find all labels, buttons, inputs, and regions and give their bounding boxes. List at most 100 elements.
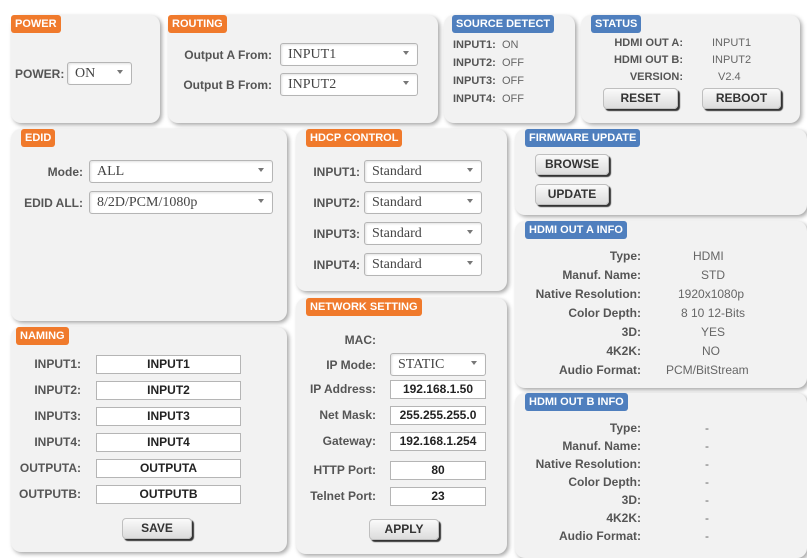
hdmi-b-audio-label: Audio Format: [559,529,641,543]
hdcp-input1-value: Standard [372,164,422,179]
network-telnet-field[interactable]: 23 [390,487,486,506]
hdmi-a-type-label: Type: [609,249,641,263]
source-detect-panel: SOURCE DETECT INPUT1: ON INPUT2: OFF INP… [444,15,575,123]
routing-output-a-label: Output A From: [184,48,272,62]
naming-input2-field[interactable]: INPUT2 [96,381,241,400]
status-hdmi-out-b-value: INPUT2 [712,54,752,66]
hdcp-title: HDCP CONTROL [306,129,403,147]
hdmi-b-resolution-value: - [705,457,709,471]
naming-input3-field[interactable]: INPUT3 [96,407,241,426]
status-panel: STATUS HDMI OUT A: INPUT1 HDMI OUT B: IN… [581,15,800,123]
network-ipmode-label: IP Mode: [326,358,376,372]
hdmi-a-color-depth-value: 8 10 12-Bits [681,306,746,320]
firmware-title: FIRMWARE UPDATE [525,129,641,147]
hdcp-panel: HDCP CONTROL INPUT1: Standard INPUT2: St… [296,129,507,291]
hdcp-input4-label: INPUT4: [313,258,360,272]
power-title: POWER [11,15,61,33]
chevron-down-icon [117,70,123,74]
naming-input1-field[interactable]: INPUT1 [96,355,241,374]
naming-input4-field[interactable]: INPUT4 [96,433,241,452]
naming-input3-label: INPUT3: [34,409,81,423]
naming-outputa-field[interactable]: OUTPUTA [96,459,241,478]
edid-mode-select[interactable]: ALL [89,160,273,183]
chevron-down-icon [467,261,473,265]
naming-panel: NAMING INPUT1: INPUT1 INPUT2: INPUT2 INP… [11,327,287,552]
naming-outputa-label: OUTPUTA: [19,461,81,475]
edid-mode-value: ALL [97,164,125,179]
naming-input1-label: INPUT1: [34,357,81,371]
hdcp-input2-value: Standard [372,195,422,210]
edid-all-select[interactable]: 8/2D/PCM/1080p [89,191,273,214]
network-ipmode-select[interactable]: STATIC [390,353,486,376]
hdmi-b-manuf-label: Manuf. Name: [562,439,641,453]
hdmi-b-4k2k-label: 4K2K: [606,511,641,525]
routing-output-b-value: INPUT2 [288,77,337,92]
hdmi-a-resolution-value: 1920x1080p [678,287,745,301]
network-gateway-field[interactable]: 192.168.1.254 [390,432,486,451]
chevron-down-icon [471,361,477,365]
reset-button[interactable]: RESET [603,88,678,109]
naming-title: NAMING [16,327,69,345]
network-panel: NETWORK SETTING MAC: IP Mode: STATIC IP … [296,298,507,554]
hdmi-out-b-title: HDMI OUT B INFO [525,393,628,411]
hdmi-out-b-panel: HDMI OUT B INFO Type: - Manuf. Name: - N… [515,393,807,558]
routing-output-b-select[interactable]: INPUT2 [280,73,418,96]
status-hdmi-out-a-label: HDMI OUT A: [614,37,683,49]
edid-all-value: 8/2D/PCM/1080p [97,195,198,210]
hdmi-b-type-value: - [705,421,709,435]
status-version-label: VERSION: [629,71,683,83]
network-ip-label: IP Address: [309,382,376,396]
naming-input2-label: INPUT2: [34,383,81,397]
edid-mode-label: Mode: [47,165,83,179]
source-input2-value: OFF [502,57,524,69]
reboot-button[interactable]: REBOOT [702,88,781,109]
hdmi-a-color-depth-label: Color Depth: [568,306,641,320]
source-input2-label: INPUT2: [453,57,496,69]
network-netmask-label: Net Mask: [319,408,376,422]
source-input3-value: OFF [502,75,524,87]
source-input3-label: INPUT3: [453,75,496,87]
power-label: POWER: [15,67,65,81]
hdcp-input1-select[interactable]: Standard [364,160,482,183]
network-http-label: HTTP Port: [313,463,376,477]
hdmi-b-3d-value: - [705,493,709,507]
hdcp-input4-select[interactable]: Standard [364,253,482,276]
hdcp-input2-label: INPUT2: [313,196,360,210]
chevron-down-icon [403,81,409,85]
firmware-panel: FIRMWARE UPDATE BROWSE UPDATE [515,129,807,215]
chevron-down-icon [258,199,264,203]
power-select[interactable]: ON [67,62,132,85]
naming-outputb-label: OUTPUTB: [19,487,81,501]
naming-outputb-field[interactable]: OUTPUTB [96,485,241,504]
hdcp-input2-select[interactable]: Standard [364,191,482,214]
edid-title: EDID [21,129,56,147]
hdmi-a-audio-value: PCM/BitStream [666,363,749,377]
hdmi-a-3d-label: 3D: [621,325,641,339]
status-version-value: V2.4 [718,71,741,83]
apply-button[interactable]: APPLY [369,519,439,540]
source-input1-label: INPUT1: [453,39,496,51]
network-gateway-label: Gateway: [322,434,376,448]
source-input1-value: ON [502,39,519,51]
network-netmask-field[interactable]: 255.255.255.0 [390,406,486,425]
routing-output-a-select[interactable]: INPUT1 [280,43,418,66]
hdcp-input4-value: Standard [372,257,422,272]
hdmi-b-resolution-label: Native Resolution: [535,457,641,471]
browse-button[interactable]: BROWSE [535,154,609,175]
status-hdmi-out-a-value: INPUT1 [712,37,752,49]
network-http-field[interactable]: 80 [390,461,486,480]
hdcp-input1-label: INPUT1: [313,165,360,179]
hdmi-a-resolution-label: Native Resolution: [535,287,641,301]
chevron-down-icon [467,230,473,234]
save-button[interactable]: SAVE [122,518,192,539]
chevron-down-icon [467,168,473,172]
hdmi-out-a-title: HDMI OUT A INFO [525,221,627,239]
hdmi-b-manuf-value: - [705,439,709,453]
hdcp-input3-select[interactable]: Standard [364,222,482,245]
hdmi-b-type-label: Type: [609,421,641,435]
power-panel: POWER POWER: ON [11,15,160,123]
network-ip-field[interactable]: 192.168.1.50 [390,380,486,399]
update-button[interactable]: UPDATE [535,184,609,205]
routing-panel: ROUTING Output A From: INPUT1 Output B F… [168,15,438,123]
hdmi-b-color-depth-label: Color Depth: [568,475,641,489]
